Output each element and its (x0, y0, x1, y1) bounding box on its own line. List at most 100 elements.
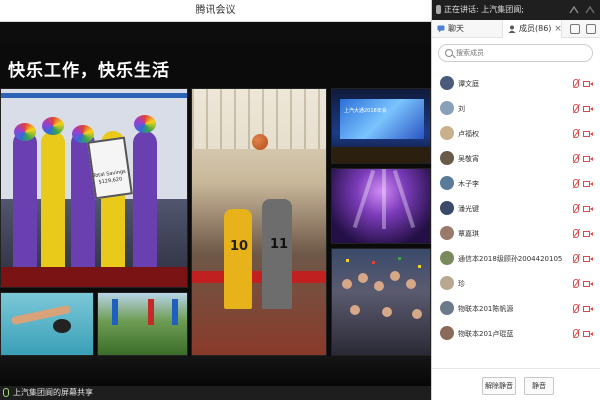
member-row[interactable]: 覃嘉琪 (432, 222, 600, 247)
crowd-head (358, 273, 368, 283)
slide-title: 快乐工作，快乐生活 (8, 61, 170, 81)
rainbow-wig (134, 115, 156, 133)
member-name: 卢福权 (458, 130, 479, 138)
avatar (440, 101, 454, 115)
mic-off-icon[interactable] (573, 279, 579, 288)
mic-off-icon[interactable] (573, 179, 579, 188)
confetti (346, 259, 349, 262)
member-name: 覃嘉琪 (458, 230, 479, 238)
mic-off-icon[interactable] (573, 304, 579, 313)
camera-off-icon[interactable] (583, 104, 594, 113)
flag (172, 299, 178, 325)
flag (112, 299, 118, 325)
crowd-head (406, 279, 416, 289)
unmute-all-button[interactable]: 解除静音 (482, 377, 516, 395)
stage-floor (1, 267, 187, 287)
photo-purple-show (331, 168, 431, 244)
photo-kaizen-team: Total Savings $129,620 (0, 88, 188, 288)
side-panel: 正在讲话: 上汽集团阆; 聊天 成员(86) × 搜索成员 谭文庭 刘 卢福权 … (431, 0, 600, 400)
camera-off-icon[interactable] (583, 329, 594, 338)
window-titlebar: 腾讯会议 (0, 0, 431, 22)
rainbow-wig (14, 123, 36, 141)
jersey-number: 10 (230, 239, 249, 254)
popout-icon[interactable] (570, 24, 580, 34)
member-name: 谭文庭 (458, 80, 479, 88)
swim-cap (53, 319, 71, 333)
member-row[interactable]: 潘光键 (432, 197, 600, 222)
basketball (252, 134, 268, 150)
close-icon[interactable]: × (553, 20, 563, 38)
member-row[interactable]: 通信本2018级顾孙2004420105 (432, 247, 600, 272)
meeting-window: 腾讯会议 快乐工作，快乐生活 Total Savings $129,620 10… (0, 0, 600, 400)
flag (148, 299, 154, 325)
settings-icon[interactable] (586, 24, 596, 34)
camera-off-icon[interactable] (583, 204, 594, 213)
member-row[interactable]: 吴敬宵 (432, 147, 600, 172)
tab-members-label: 成员(86) (519, 24, 552, 33)
mic-off-icon[interactable] (573, 154, 579, 163)
confetti (398, 257, 401, 260)
tab-chat-label: 聊天 (448, 24, 464, 33)
avatar (440, 76, 454, 90)
mic-off-icon[interactable] (573, 229, 579, 238)
mic-off-icon[interactable] (573, 254, 579, 263)
mute-all-button[interactable]: 静音 (524, 377, 554, 395)
member-name: 通信本2018级顾孙2004420105 (458, 255, 563, 263)
photo-outdoor-group (97, 292, 188, 356)
member-search[interactable] (438, 44, 593, 62)
member-row[interactable]: 物联本201卢琨蓝 (432, 322, 600, 347)
mic-off-icon[interactable] (573, 129, 579, 138)
window-title: 腾讯会议 (195, 5, 236, 16)
tab-members[interactable]: 成员(86) × (502, 20, 562, 38)
camera-off-icon[interactable] (583, 129, 594, 138)
member-row[interactable]: 木子李 (432, 172, 600, 197)
camera-off-icon[interactable] (583, 179, 594, 188)
member-list[interactable]: 谭文庭刘卢福权吴敬宵木子李潘光键覃嘉琪通信本2018级顾孙2004420105 珍… (432, 72, 600, 368)
members-icon (508, 25, 516, 33)
screen-share-label: 上汽集团阆的屏幕共享 (13, 388, 93, 397)
savings-sign (87, 136, 133, 200)
tab-chat[interactable]: 聊天 (432, 20, 502, 38)
collapse-icon[interactable] (584, 4, 596, 16)
camera-off-icon[interactable] (583, 304, 594, 313)
person (13, 131, 37, 271)
avatar (440, 251, 454, 265)
search-input[interactable] (456, 47, 586, 59)
network-icon[interactable] (568, 4, 580, 16)
confetti (418, 265, 421, 268)
led-screen-text: 上汽大通2018年会 (344, 108, 387, 114)
photo-event-stage: 上汽大通2018年会 (331, 88, 431, 164)
panel-footer: 解除静音 静音 (432, 368, 600, 400)
member-name: 吴敬宵 (458, 155, 479, 163)
microphone-icon (3, 388, 9, 397)
player-gray (262, 199, 292, 309)
camera-off-icon[interactable] (583, 79, 594, 88)
mic-off-icon[interactable] (573, 329, 579, 338)
crowd-head (382, 307, 392, 317)
member-row[interactable]: 珍 (432, 272, 600, 297)
panel-tabs: 聊天 成员(86) × (432, 20, 600, 38)
crowd-head (412, 309, 422, 319)
mic-off-icon[interactable] (573, 204, 579, 213)
camera-off-icon[interactable] (583, 279, 594, 288)
member-row[interactable]: 卢福权 (432, 122, 600, 147)
panel-header: 正在讲话: 上汽集团阆; (432, 0, 600, 20)
crowd-head (350, 305, 360, 315)
mic-off-icon[interactable] (573, 79, 579, 88)
member-name: 物联本201陈帆源 (458, 305, 514, 313)
member-name: 木子李 (458, 180, 479, 188)
light-beam (392, 169, 416, 229)
avatar (440, 326, 454, 340)
player-yellow (224, 209, 252, 309)
member-row[interactable]: 谭文庭 (432, 72, 600, 97)
member-row[interactable]: 刘 (432, 97, 600, 122)
mic-off-icon[interactable] (573, 104, 579, 113)
speaking-indicator: 正在讲话: 上汽集团阆; (444, 5, 524, 14)
screen-share-bar[interactable]: 上汽集团阆的屏幕共享 (0, 386, 431, 400)
camera-off-icon[interactable] (583, 254, 594, 263)
speaker-icon (436, 5, 441, 14)
camera-off-icon[interactable] (583, 154, 594, 163)
avatar (440, 151, 454, 165)
member-row[interactable]: 物联本201陈帆源 (432, 297, 600, 322)
camera-off-icon[interactable] (583, 229, 594, 238)
